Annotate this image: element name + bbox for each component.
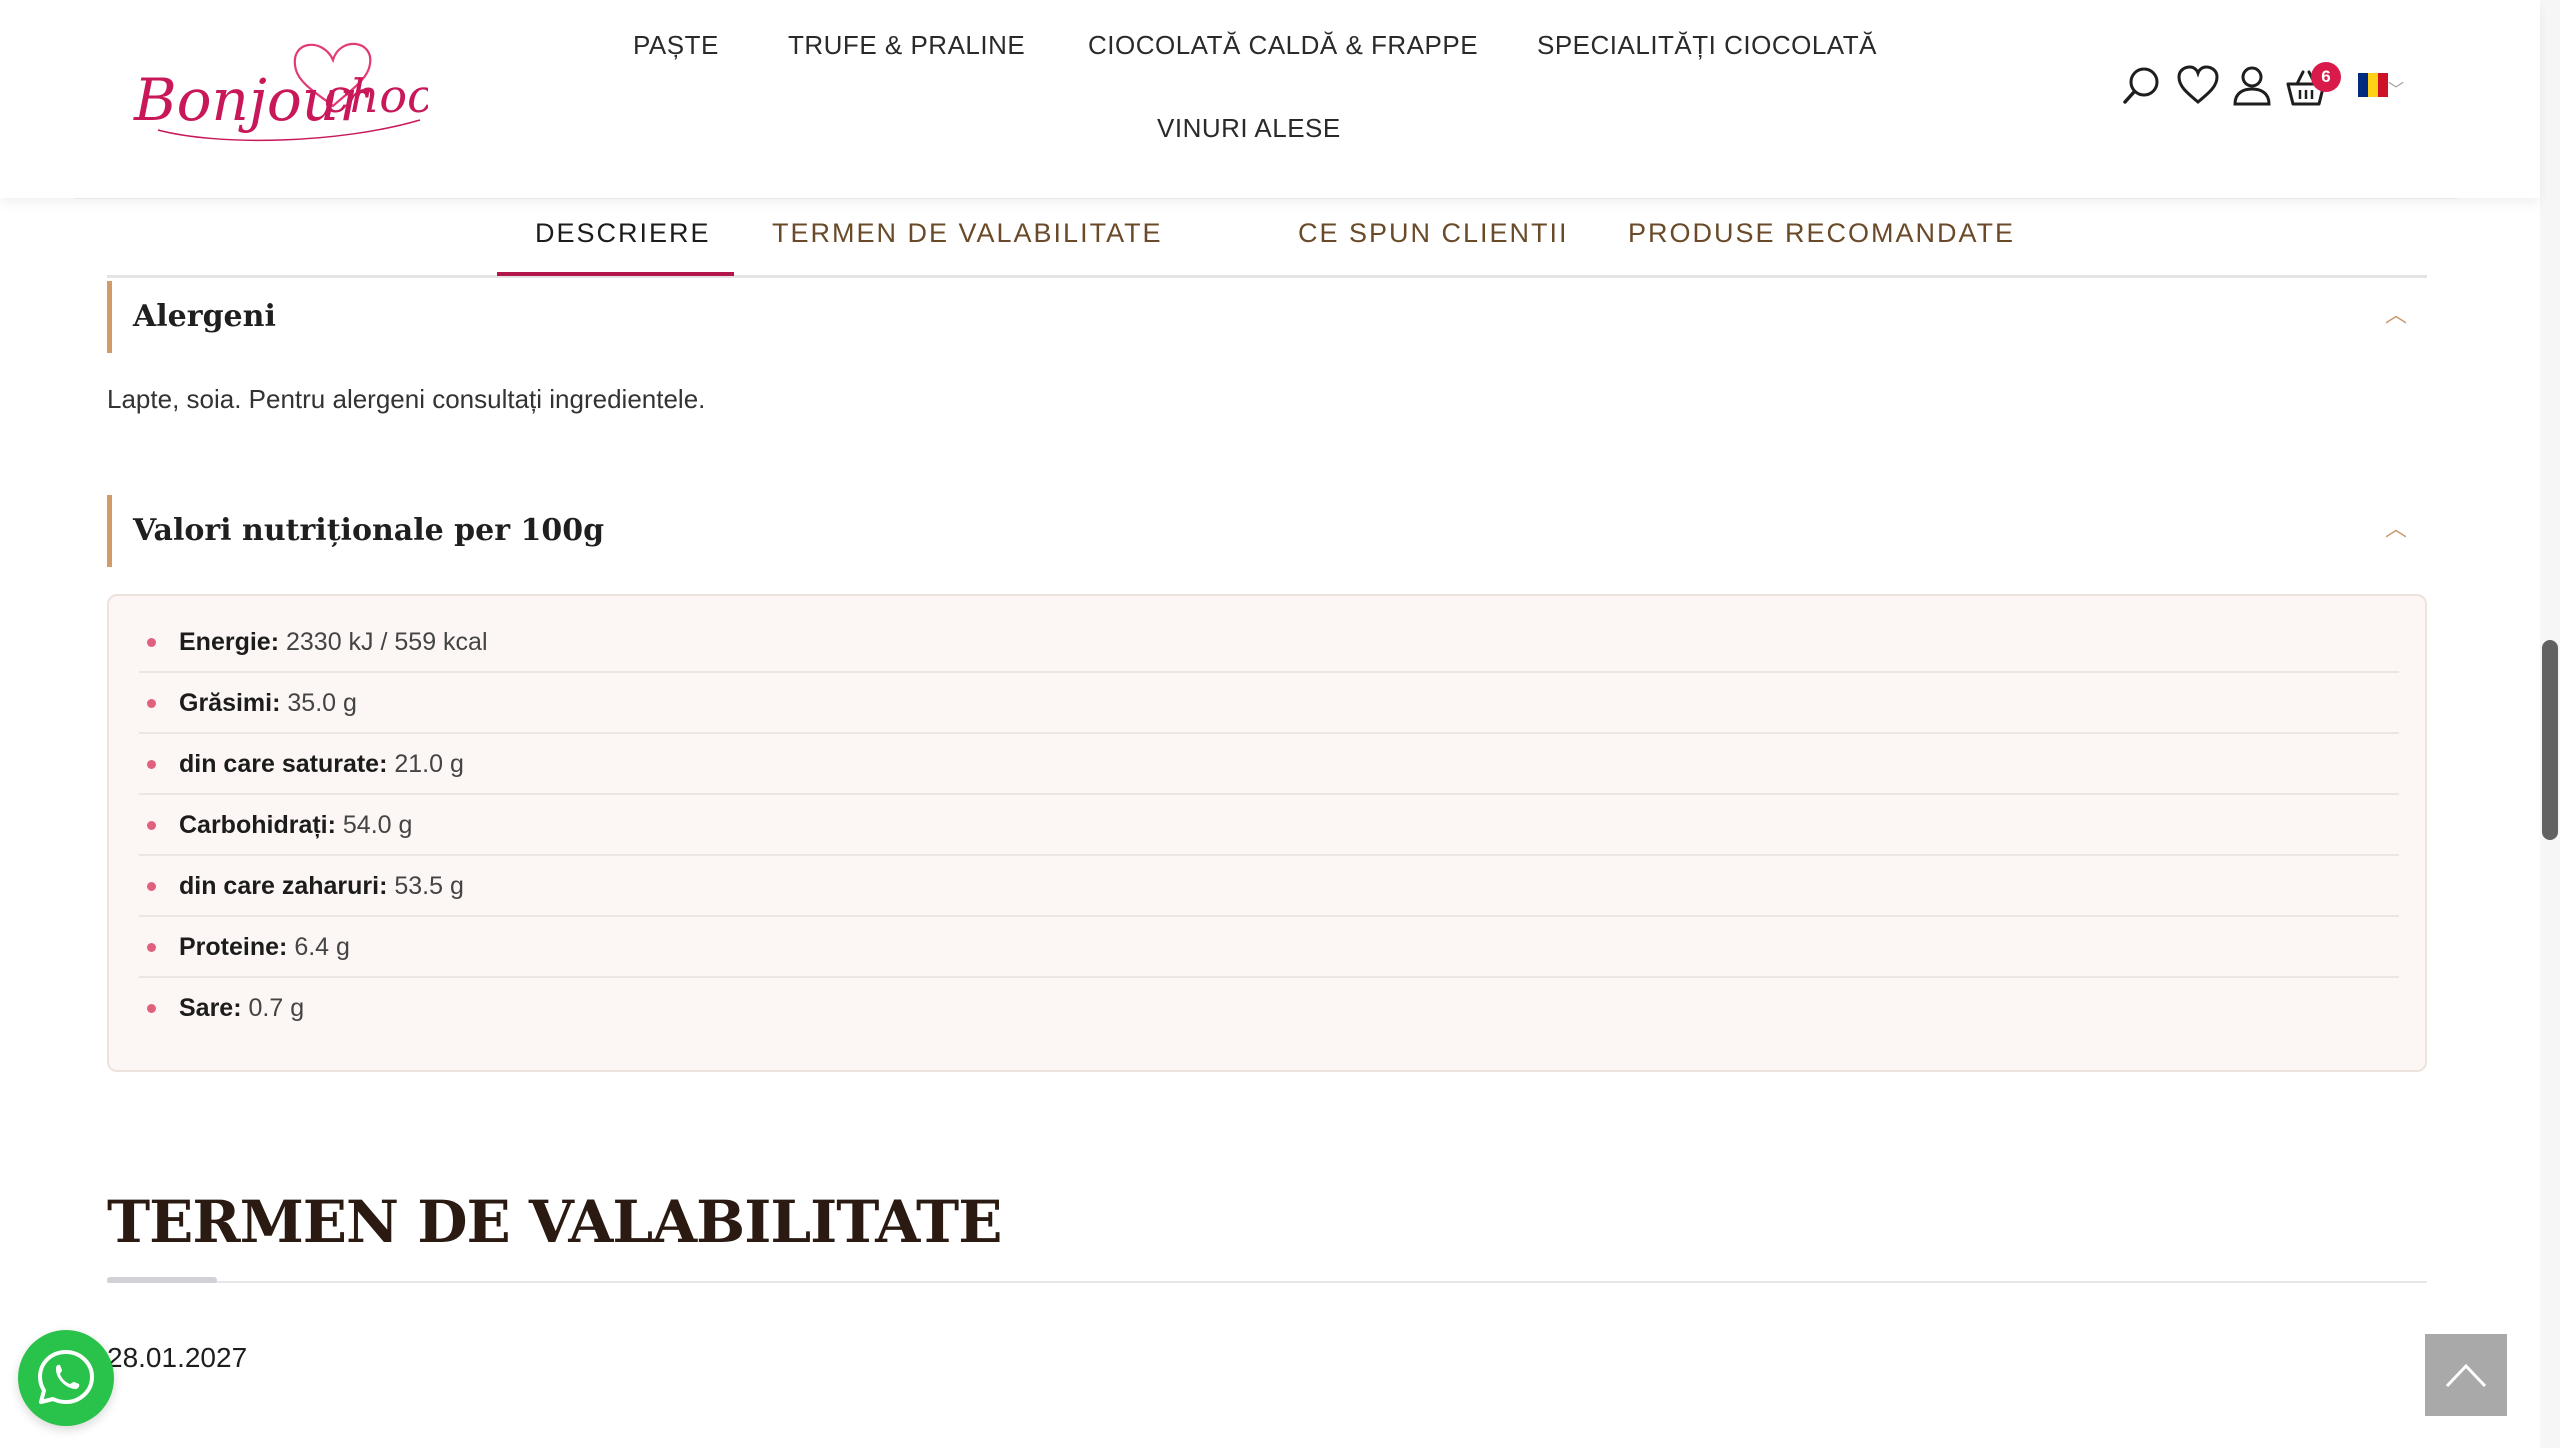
nutrition-row: Sare: 0.7 g xyxy=(139,978,2399,1039)
romania-flag-icon[interactable] xyxy=(2358,73,2388,97)
nutrition-value: 0.7 g xyxy=(248,994,305,1022)
nutrition-accordion-header[interactable]: Valori nutriționale per 100g ︿ xyxy=(107,495,2427,567)
allergens-title: Alergeni xyxy=(133,299,276,334)
tab-produse-recomandate[interactable]: PRODUSE RECOMANDATE xyxy=(1628,218,2015,249)
tab-descriere[interactable]: DESCRIERE xyxy=(535,218,711,249)
heart-icon[interactable] xyxy=(2176,64,2220,108)
nutrition-label: Grăsimi: xyxy=(179,689,281,717)
whatsapp-button[interactable] xyxy=(18,1330,114,1426)
nutrition-label: din care saturate: xyxy=(179,750,388,778)
back-to-top-button[interactable] xyxy=(2425,1334,2507,1416)
nav-item-ciocolata-calda[interactable]: CIOCOLATĂ CALDĂ & FRAPPE xyxy=(1088,30,1478,61)
nav-item-vinuri[interactable]: VINURI ALESE xyxy=(1157,113,1341,144)
nav-item-specialitati[interactable]: SPECIALITĂȚI CIOCOLATĂ xyxy=(1537,30,1877,61)
search-icon[interactable] xyxy=(2120,64,2164,108)
nutrition-label: din care zaharuri: xyxy=(179,872,388,900)
nutrition-title: Valori nutriționale per 100g xyxy=(133,513,605,548)
site-header: Bonjour choco PAȘTE TRUFE & PRALINE CIOC… xyxy=(0,0,2540,198)
active-tab-indicator xyxy=(497,272,734,276)
bullet-icon xyxy=(147,699,156,708)
nutrition-value: 21.0 g xyxy=(394,750,464,778)
nutrition-value: 2330 kJ / 559 kcal xyxy=(285,628,488,656)
nutrition-label: Energie: xyxy=(179,628,280,656)
bullet-icon xyxy=(147,1004,156,1013)
nutrition-label: Sare: xyxy=(179,994,242,1022)
product-tabs: DESCRIERE TERMEN DE VALABILITATE CE SPUN… xyxy=(107,200,2427,278)
tab-ce-spun-clientii[interactable]: CE SPUN CLIENTII xyxy=(1298,218,1569,249)
section-accent-bar xyxy=(107,1277,217,1283)
section-divider xyxy=(107,1281,2427,1283)
allergens-accordion-header[interactable]: Alergeni ︿ xyxy=(107,281,2427,353)
chevron-up-icon[interactable]: ︿ xyxy=(2385,511,2407,543)
whatsapp-icon xyxy=(38,1350,94,1404)
nutrition-row: Proteine: 6.4 g xyxy=(139,917,2399,978)
nutrition-row: Carbohidrați: 54.0 g xyxy=(139,795,2399,856)
shelf-life-heading: TERMEN DE VALABILITATE xyxy=(107,1188,1002,1256)
allergens-text: Lapte, soia. Pentru alergeni consultați … xyxy=(107,384,706,414)
nutrition-label: Carbohidrați: xyxy=(179,811,336,839)
svg-text:choco: choco xyxy=(324,69,428,123)
expiry-date: 28.01.2027 xyxy=(107,1342,248,1373)
chevron-up-icon[interactable]: ︿ xyxy=(2385,297,2407,329)
bullet-icon xyxy=(147,882,156,891)
nutrition-value: 6.4 g xyxy=(294,933,350,961)
tab-termen-valabilitate[interactable]: TERMEN DE VALABILITATE xyxy=(772,218,1163,249)
nutrition-value: 54.0 g xyxy=(342,811,413,839)
user-icon[interactable] xyxy=(2230,64,2274,108)
chevron-down-icon[interactable]: ﹀ xyxy=(2388,76,2404,100)
nutrition-row: Energie: 2330 kJ / 559 kcal xyxy=(139,612,2399,673)
nutrition-table: Energie: 2330 kJ / 559 kcal Grăsimi: 35.… xyxy=(107,594,2427,1072)
nutrition-row: din care saturate: 21.0 g xyxy=(139,734,2399,795)
bullet-icon xyxy=(147,760,156,769)
bullet-icon xyxy=(147,638,156,647)
nutrition-row: din care zaharuri: 53.5 g xyxy=(139,856,2399,917)
nutrition-value: 53.5 g xyxy=(394,872,464,900)
scrollbar-thumb[interactable] xyxy=(2542,640,2558,840)
cart-count-badge: 6 xyxy=(2311,62,2341,92)
nutrition-row: Grăsimi: 35.0 g xyxy=(139,673,2399,734)
bullet-icon xyxy=(147,943,156,952)
chevron-up-icon xyxy=(2445,1363,2487,1388)
nutrition-label: Proteine: xyxy=(179,933,288,961)
nav-item-trufe-praline[interactable]: TRUFE & PRALINE xyxy=(788,30,1025,61)
bonjour-choco-logo[interactable]: Bonjour choco xyxy=(128,22,428,152)
bullet-icon xyxy=(147,821,156,830)
nutrition-value: 35.0 g xyxy=(287,689,357,717)
nav-item-paste[interactable]: PAȘTE xyxy=(633,30,719,61)
